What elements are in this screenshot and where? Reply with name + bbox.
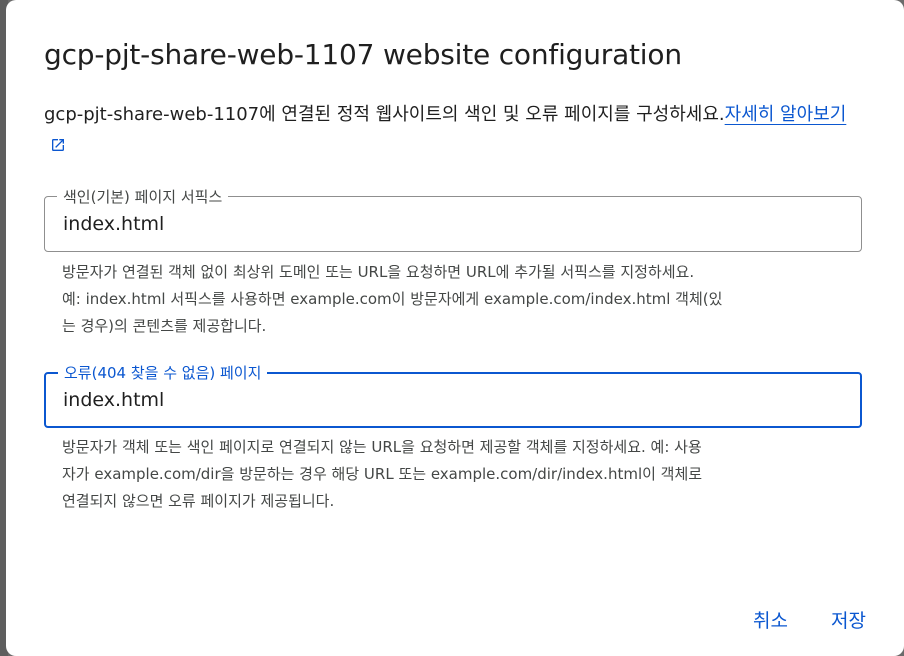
dialog-actions: 취소 저장: [719, 602, 870, 637]
error-page-helper: 방문자가 객체 또는 색인 페이지로 연결되지 않는 URL을 요청하면 제공할…: [62, 434, 832, 515]
learn-more-label: 자세히 알아보기: [724, 104, 847, 125]
helper-line: 자가 example.com/dir을 방문하는 경우 해당 URL 또는 ex…: [62, 465, 703, 483]
error-page-field[interactable]: 오류(404 찾을 수 없음) 페이지: [44, 362, 862, 428]
index-suffix-field[interactable]: 색인(기본) 페이지 서픽스: [44, 186, 862, 252]
cancel-button[interactable]: 취소: [749, 602, 792, 637]
helper-line: 예: index.html 서픽스를 사용하면 example.com이 방문자…: [62, 290, 723, 308]
website-configuration-dialog: gcp-pjt-share-web-1107 website configura…: [6, 0, 904, 656]
dialog-title: gcp-pjt-share-web-1107 website configura…: [44, 38, 682, 71]
helper-line: 연결되지 않으면 오류 페이지가 제공됩니다.: [62, 492, 335, 510]
helper-line: 는 경우)의 콘텐츠를 제공합니다.: [62, 317, 267, 335]
error-page-label: 오류(404 찾을 수 없음) 페이지: [58, 362, 268, 383]
save-button[interactable]: 저장: [827, 602, 870, 637]
error-page-input[interactable]: [63, 389, 823, 411]
helper-line: 방문자가 연결된 객체 없이 최상위 도메인 또는 URL을 요청하면 URL에…: [62, 263, 695, 281]
index-suffix-helper: 방문자가 연결된 객체 없이 최상위 도메인 또는 URL을 요청하면 URL에…: [62, 259, 832, 340]
description-text: gcp-pjt-share-web-1107에 연결된 정적 웹사이트의 색인 …: [44, 104, 725, 125]
dialog-description: gcp-pjt-share-web-1107에 연결된 정적 웹사이트의 색인 …: [44, 99, 854, 161]
external-link-icon: [52, 139, 64, 151]
helper-line: 방문자가 객체 또는 색인 페이지로 연결되지 않는 URL을 요청하면 제공할…: [62, 438, 702, 456]
index-suffix-label: 색인(기본) 페이지 서픽스: [57, 186, 229, 207]
index-suffix-input[interactable]: [63, 213, 823, 235]
